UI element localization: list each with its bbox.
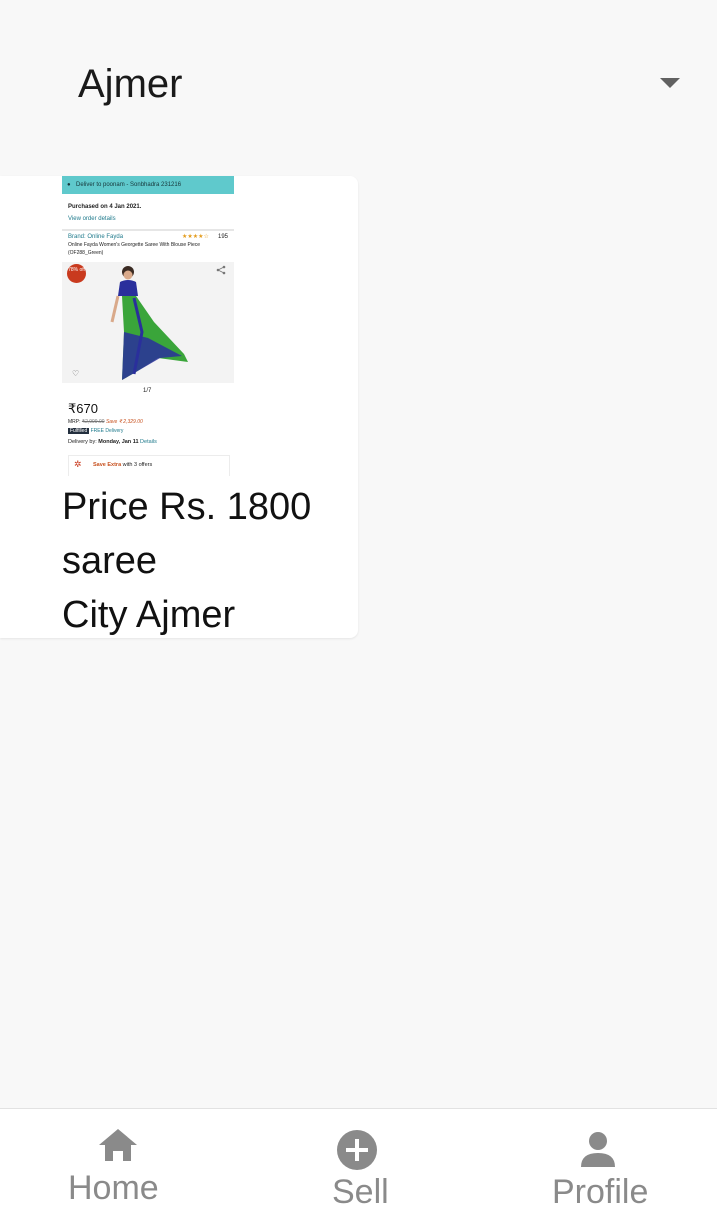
mrp-value: ₹2,999.00 [81, 419, 105, 425]
offers-count: with 3 offers [122, 462, 153, 468]
image-page-indicator: 1/7 [143, 388, 152, 394]
offers-box: ✲ Save Extra with 3 offers [68, 455, 230, 476]
nav-profile[interactable]: Profile [545, 1109, 655, 1222]
listing-details: Price Rs. 1800 saree City Ajmer [62, 480, 311, 638]
brand-label: Brand: Online Fayda [68, 234, 124, 240]
person-icon [581, 1132, 615, 1167]
saree-image [62, 262, 234, 383]
listing-city: City Ajmer [62, 594, 236, 636]
free-delivery: FREE Delivery [90, 428, 124, 434]
listing-title: saree [62, 540, 158, 582]
thumb-divider [62, 229, 234, 231]
home-icon [99, 1129, 137, 1161]
nav-home[interactable]: Home [60, 1109, 180, 1222]
delivery-date: Monday, Jan 11 [98, 439, 139, 445]
product-code: (OF288_Green) [68, 250, 104, 256]
bottom-nav: Home Sell Profile [0, 1108, 717, 1222]
review-count: 195 [218, 234, 229, 240]
selected-city: Ajmer [78, 62, 183, 106]
details-link: Details [140, 439, 157, 445]
offer-icon: ✲ [74, 459, 82, 469]
wishlist-heart-icon: ♡ [72, 369, 80, 378]
discount-badge: 78% off [67, 264, 86, 283]
product-title: Online Fayda Women's Georgette Saree Wit… [68, 242, 201, 248]
deliver-to-bar: Deliver to poonam - Sonbhadra 231216 [62, 176, 234, 194]
add-circle-icon [337, 1130, 377, 1170]
dropdown-arrow-icon[interactable] [660, 78, 680, 88]
nav-home-label: Home [68, 1169, 159, 1207]
listing-card[interactable]: Deliver to poonam - Sonbhadra 231216 Pur… [0, 176, 358, 638]
listing-thumbnail: Deliver to poonam - Sonbhadra 231216 Pur… [62, 176, 234, 476]
rating-stars: ★★★★☆ [182, 234, 209, 240]
fulfilled-badge: Fulfilled [68, 428, 90, 434]
view-order-link: View order details [68, 216, 116, 222]
delivery-label: Delivery by: [68, 439, 97, 445]
nav-sell-label: Sell [332, 1173, 389, 1211]
city-selector[interactable]: Ajmer [0, 40, 717, 132]
purchased-date: Purchased on 4 Jan 2021. [68, 204, 142, 210]
nav-profile-label: Profile [552, 1173, 649, 1211]
listing-price: Price Rs. 1800 [62, 486, 312, 528]
share-icon [216, 265, 226, 275]
save-extra-label: Save Extra [93, 462, 122, 468]
mrp-label: MRP: [68, 419, 81, 425]
thumb-price: ₹670 [68, 401, 98, 416]
product-photo [62, 262, 234, 383]
save-amount: Save ₹ 2,329.00 [105, 419, 143, 425]
nav-sell[interactable]: Sell [320, 1109, 400, 1222]
